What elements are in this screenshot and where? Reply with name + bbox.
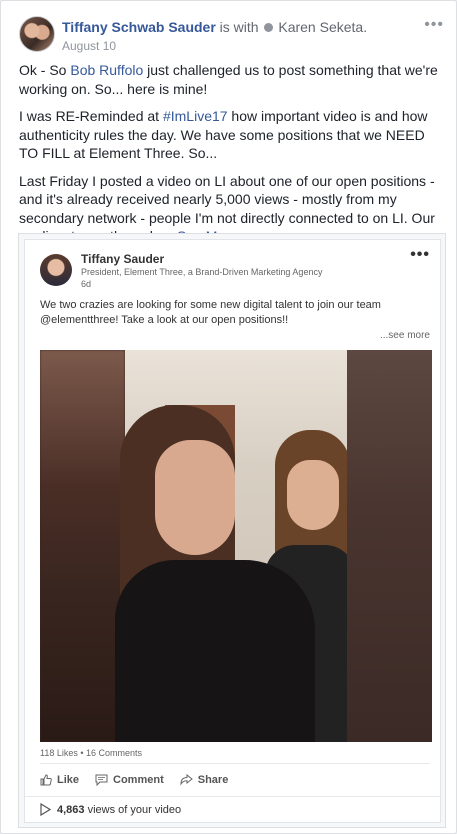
person-one-jacket xyxy=(115,560,315,742)
comment-label: Comment xyxy=(113,774,164,786)
tag-person-icon xyxy=(264,23,274,32)
video-thumbnail xyxy=(40,350,432,742)
linkedin-author-avatar xyxy=(40,254,72,286)
person-one-face xyxy=(155,440,235,555)
video-blur-left xyxy=(40,350,125,742)
author-name-link[interactable]: Tiffany Schwab Sauder xyxy=(62,19,216,35)
linkedin-actions: Like Comment Share xyxy=(40,774,228,786)
p1-text-a: Ok - So xyxy=(19,62,71,78)
comment-icon xyxy=(95,774,108,786)
share-arrow-icon xyxy=(180,774,193,786)
post-attribution: Tiffany Schwab Sauder is with Karen Seke… xyxy=(62,19,367,35)
paragraph-2: I was RE-Reminded at #ImLive17 how impor… xyxy=(19,107,444,163)
mention-link[interactable]: Bob Ruffolo xyxy=(70,62,143,78)
linkedin-comment: Comment xyxy=(95,774,164,786)
p2-text-a: I was RE-Reminded at xyxy=(19,108,163,124)
ellipsis-icon[interactable]: ••• xyxy=(424,16,444,34)
play-icon xyxy=(40,803,51,816)
divider xyxy=(40,763,430,764)
linkedin-share: Share xyxy=(180,774,229,786)
shared-image-frame[interactable]: Tiffany Sauder President, Element Three,… xyxy=(18,233,446,828)
with-text: is with xyxy=(219,19,259,35)
linkedin-like: Like xyxy=(40,774,79,786)
linkedin-see-more: ...see more xyxy=(379,330,430,341)
linkedin-post-time: 6d xyxy=(81,279,92,289)
linkedin-author-title: President, Element Three, a Brand-Driven… xyxy=(81,267,323,277)
facebook-post: Tiffany Schwab Sauder is with Karen Seke… xyxy=(0,0,457,834)
author-avatar[interactable] xyxy=(19,16,55,52)
person-two-face xyxy=(287,460,339,530)
linkedin-author-name: Tiffany Sauder xyxy=(81,252,165,266)
like-label: Like xyxy=(57,774,80,786)
thumbs-up-icon xyxy=(40,774,52,786)
post-body: Ok - So Bob Ruffolo just challenged us t… xyxy=(19,61,444,255)
linkedin-post-text: We two crazies are looking for some new … xyxy=(40,299,381,326)
post-header: Tiffany Schwab Sauder is with Karen Seke… xyxy=(19,16,444,56)
views-text: views of your video xyxy=(87,803,182,816)
hashtag-link[interactable]: #ImLive17 xyxy=(163,108,228,124)
tagged-person-link[interactable]: Karen Seketa. xyxy=(278,19,367,35)
linkedin-more-icon: ••• xyxy=(410,246,430,263)
views-count: 4,863 xyxy=(57,803,85,816)
divider xyxy=(25,796,440,797)
linkedin-post-card: Tiffany Sauder President, Element Three,… xyxy=(24,239,441,823)
paragraph-1: Ok - So Bob Ruffolo just challenged us t… xyxy=(19,61,444,98)
linkedin-stats: 118 Likes • 16 Comments xyxy=(40,748,143,758)
video-frame xyxy=(115,350,355,742)
post-date[interactable]: August 10 xyxy=(62,39,116,53)
share-label: Share xyxy=(197,774,229,786)
linkedin-video-views: 4,863 views of your video xyxy=(40,803,181,816)
video-blur-right xyxy=(347,350,432,742)
